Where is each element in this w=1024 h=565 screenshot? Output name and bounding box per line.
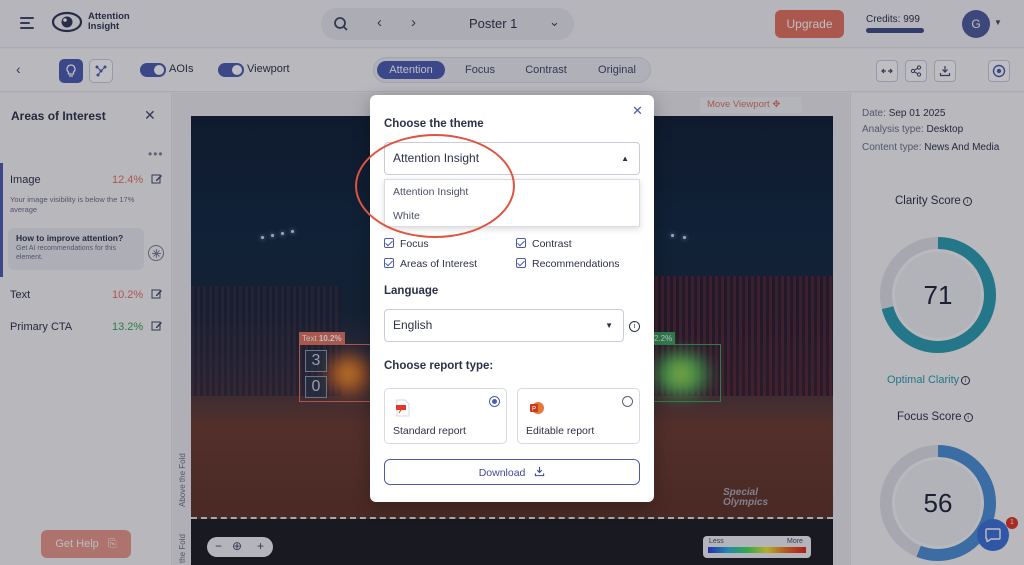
checkbox-icon[interactable]	[516, 238, 526, 248]
checkbox-label: Contrast	[532, 238, 572, 250]
checkbox-areas-of-interest[interactable]: Areas of Interest	[384, 258, 477, 270]
info-icon[interactable]: i	[629, 321, 640, 332]
report-type-label-text: Editable report	[526, 425, 595, 437]
checkbox-focus[interactable]: Focus	[384, 238, 429, 250]
download-icon	[535, 466, 545, 476]
checkbox-label: Recommendations	[532, 258, 620, 270]
radio-editable[interactable]	[622, 396, 633, 407]
report-type-editable[interactable]: P Editable report	[517, 388, 640, 444]
language-select[interactable]: English ▼	[384, 309, 624, 342]
caret-down-icon: ▼	[605, 321, 613, 330]
language-label: Language	[384, 285, 439, 297]
annotation-circle	[355, 134, 515, 238]
checkbox-icon[interactable]	[516, 258, 526, 268]
powerpoint-icon: P	[530, 402, 544, 414]
checkbox-icon[interactable]	[384, 238, 394, 248]
checkbox-icon[interactable]	[384, 258, 394, 268]
theme-label: Choose the theme	[384, 118, 484, 130]
checkbox-label: Focus	[400, 238, 429, 250]
checkbox-recommendations[interactable]: Recommendations	[516, 258, 620, 270]
report-type-standard[interactable]: Standard report	[384, 388, 507, 444]
download-label: Download	[478, 466, 526, 479]
svg-text:P: P	[532, 407, 536, 413]
download-button[interactable]: Download	[384, 459, 640, 485]
report-type-label-text: Standard report	[393, 425, 466, 437]
language-selected: English	[393, 318, 433, 332]
pdf-icon	[396, 399, 410, 417]
report-type-label: Choose report type:	[384, 360, 494, 372]
checkbox-contrast[interactable]: Contrast	[516, 238, 572, 250]
radio-standard[interactable]	[489, 396, 500, 407]
caret-up-icon: ▲	[621, 154, 629, 163]
checkbox-label: Areas of Interest	[400, 258, 478, 270]
close-icon[interactable]: ✕	[632, 103, 643, 119]
